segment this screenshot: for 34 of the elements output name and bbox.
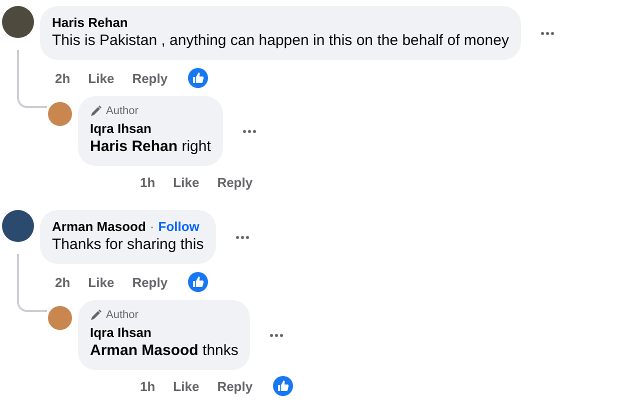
timestamp[interactable]: 2h bbox=[55, 70, 70, 86]
like-link[interactable]: Like bbox=[173, 174, 200, 190]
comment-text: Haris Rehan right bbox=[90, 137, 211, 157]
reply-link[interactable]: Reply bbox=[217, 174, 253, 190]
separator-dot: · bbox=[150, 218, 154, 235]
reply-link[interactable]: Reply bbox=[217, 378, 253, 394]
timestamp[interactable]: 1h bbox=[140, 174, 156, 190]
commenter-name[interactable]: Iqra Ihsan bbox=[90, 120, 152, 137]
follow-link[interactable]: Follow bbox=[158, 218, 200, 235]
commenter-name[interactable]: Iqra Ihsan bbox=[90, 324, 152, 341]
author-label: Author bbox=[106, 308, 138, 322]
reply-link[interactable]: Reply bbox=[132, 70, 168, 86]
thread-line bbox=[17, 50, 47, 108]
more-options-icon[interactable] bbox=[242, 130, 256, 132]
more-options-icon[interactable] bbox=[270, 334, 284, 336]
more-options-icon[interactable] bbox=[236, 236, 249, 238]
comment-text: This is Pakistan , anything can happen in this on the behalf of money bbox=[52, 31, 509, 51]
timestamp[interactable]: 2h bbox=[55, 274, 70, 290]
timestamp[interactable]: 1h bbox=[140, 378, 156, 394]
commenter-name[interactable]: Arman Masood bbox=[52, 218, 146, 235]
avatar[interactable] bbox=[2, 6, 34, 38]
author-label: Author bbox=[106, 104, 138, 118]
comment-text: Arman Masood thnks bbox=[90, 341, 238, 361]
more-options-icon[interactable] bbox=[540, 32, 554, 34]
like-link[interactable]: Like bbox=[88, 274, 114, 290]
reply-link[interactable]: Reply bbox=[132, 274, 168, 290]
thread-line bbox=[17, 254, 47, 312]
like-link[interactable]: Like bbox=[173, 378, 200, 394]
commenter-name[interactable]: Haris Rehan bbox=[52, 14, 128, 31]
comment-text: Thanks for sharing this bbox=[52, 235, 204, 255]
avatar[interactable] bbox=[2, 210, 34, 242]
pencil-icon bbox=[90, 309, 102, 321]
like-link[interactable]: Like bbox=[88, 70, 114, 86]
pencil-icon bbox=[90, 105, 102, 117]
